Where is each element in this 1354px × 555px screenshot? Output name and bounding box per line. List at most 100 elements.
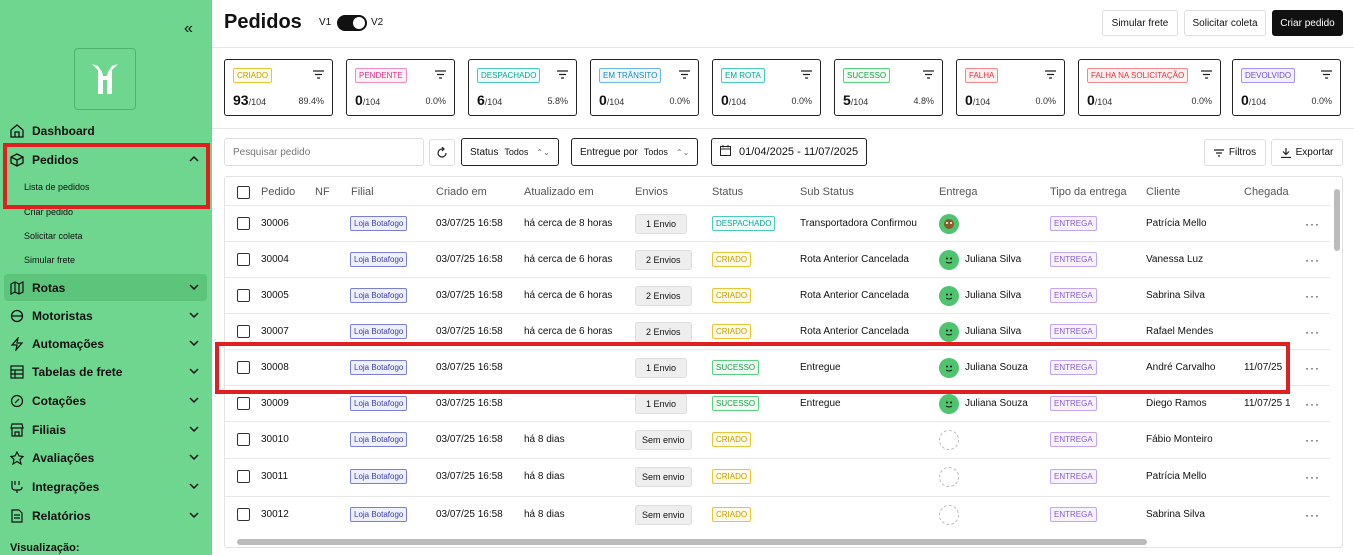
- criar-pedido-button[interactable]: Criar pedido: [1272, 10, 1343, 36]
- refresh-button[interactable]: [429, 139, 455, 166]
- more-actions-icon[interactable]: ···: [1305, 253, 1320, 267]
- col-header[interactable]: Sub Status: [800, 186, 854, 198]
- filter-icon[interactable]: [1045, 70, 1056, 82]
- filter-icon[interactable]: [1201, 70, 1212, 82]
- sidebar-item-avaliacoes[interactable]: Avaliações: [4, 444, 207, 471]
- status-card-falha[interactable]: FALHA 0/104 0.0%: [956, 59, 1065, 116]
- envios-button[interactable]: 2 Envios: [635, 285, 692, 306]
- table-row[interactable]: 30011 Loja Botafogo 03/07/25 16:58 há 8 …: [225, 458, 1330, 494]
- exportar-button[interactable]: Exportar: [1271, 139, 1343, 166]
- subitem-solicitar-coleta[interactable]: Solicitar coleta: [24, 231, 83, 241]
- horizontal-scrollbar[interactable]: [237, 539, 1147, 545]
- status-card-sucesso[interactable]: SUCESSO 5/104 4.8%: [834, 59, 943, 116]
- col-header[interactable]: Chegada: [1244, 186, 1289, 198]
- col-header[interactable]: NF: [315, 186, 330, 198]
- col-header[interactable]: Entrega: [939, 186, 978, 198]
- col-header[interactable]: Atualizado em: [524, 186, 594, 198]
- status-card-pendente[interactable]: PENDENTE 0/104 0.0%: [346, 59, 455, 116]
- envios-button[interactable]: 2 Envios: [635, 249, 692, 270]
- col-header[interactable]: Filial: [351, 186, 374, 198]
- col-header[interactable]: Envios: [635, 186, 668, 198]
- row-checkbox[interactable]: [237, 470, 250, 483]
- row-checkbox[interactable]: [237, 289, 250, 302]
- filter-icon[interactable]: [801, 70, 812, 82]
- sidebar-item-relatorios[interactable]: Relatórios: [4, 502, 207, 529]
- subitem-lista-de-pedidos[interactable]: Lista de pedidos: [24, 182, 90, 192]
- filter-icon[interactable]: [435, 70, 446, 82]
- status-card-em-rota[interactable]: EM ROTA 0/104 0.0%: [712, 59, 821, 116]
- table-row[interactable]: 30010 Loja Botafogo 03/07/25 16:58 há 8 …: [225, 421, 1330, 457]
- filter-icon[interactable]: [1321, 70, 1332, 82]
- sidebar-item-tabelas-de-frete[interactable]: Tabelas de frete: [4, 358, 207, 385]
- filter-icon[interactable]: [313, 70, 324, 82]
- select-all-checkbox[interactable]: [237, 185, 250, 199]
- date-range-picker[interactable]: 01/04/2025 - 11/07/2025: [711, 138, 868, 166]
- subitem-simular-frete[interactable]: Simular frete: [24, 255, 75, 265]
- row-checkbox[interactable]: [237, 397, 250, 410]
- sidebar-item-pedidos[interactable]: Pedidos: [4, 146, 207, 173]
- simular-frete-button[interactable]: Simular frete: [1102, 10, 1178, 36]
- row-checkbox[interactable]: [237, 361, 250, 374]
- more-actions-icon[interactable]: ···: [1305, 289, 1320, 303]
- status-card-criado[interactable]: CRIADO 93/104 89.4%: [224, 59, 333, 116]
- envios-button[interactable]: 1 Envio: [635, 357, 688, 378]
- sidebar-item-integracoes[interactable]: Integrações: [4, 473, 207, 500]
- sidebar-item-cotacoes[interactable]: Cotações: [4, 387, 207, 414]
- status-card-em-transito[interactable]: EM TRÂNSITO 0/104 0.0%: [590, 59, 699, 116]
- col-header[interactable]: Tipo da entrega: [1050, 186, 1127, 198]
- empty-avatar-icon: [939, 504, 959, 525]
- more-actions-icon[interactable]: ···: [1305, 470, 1320, 484]
- row-checkbox[interactable]: [237, 325, 250, 338]
- filtros-button[interactable]: Filtros: [1204, 139, 1266, 166]
- status-count: 0: [1241, 92, 1249, 108]
- col-header[interactable]: Pedido: [261, 186, 295, 198]
- col-header[interactable]: Status: [712, 186, 743, 198]
- table-row[interactable]: 30005 Loja Botafogo 03/07/25 16:58 há ce…: [225, 277, 1330, 313]
- row-checkbox[interactable]: [237, 508, 250, 521]
- sidebar-item-motoristas[interactable]: Motoristas: [4, 302, 207, 329]
- sidebar-item-rotas[interactable]: Rotas: [4, 274, 207, 301]
- collapse-sidebar-icon[interactable]: «: [184, 20, 193, 38]
- more-actions-icon[interactable]: ···: [1305, 217, 1320, 231]
- status-card-falha-na-solicitacao[interactable]: FALHA NA SOLICITAÇÃO 0/104 0.0%: [1078, 59, 1221, 116]
- solicitar-coleta-button[interactable]: Solicitar coleta: [1184, 10, 1266, 36]
- filter-icon[interactable]: [923, 70, 934, 82]
- status-badge: SUCESSO: [712, 360, 760, 375]
- envios-button[interactable]: 2 Envios: [635, 321, 692, 342]
- status-card-devolvido[interactable]: DEVOLVIDO 0/104 0.0%: [1232, 59, 1341, 116]
- status-card-despachado[interactable]: DESPACHADO 6/104 5.8%: [468, 59, 577, 116]
- more-actions-icon[interactable]: ···: [1305, 397, 1320, 411]
- more-actions-icon[interactable]: ···: [1305, 361, 1320, 375]
- version-toggle[interactable]: [337, 15, 367, 31]
- row-checkbox[interactable]: [237, 217, 250, 230]
- more-actions-icon[interactable]: ···: [1305, 325, 1320, 339]
- filial-badge: Loja Botafogo: [350, 396, 408, 411]
- envios-button[interactable]: 1 Envio: [635, 393, 688, 414]
- table-row[interactable]: 30008 Loja Botafogo 03/07/25 16:58 1 Env…: [225, 349, 1330, 385]
- envios-button[interactable]: Sem envio: [635, 504, 692, 525]
- search-input[interactable]: [224, 138, 424, 166]
- sidebar-item-filiais[interactable]: Filiais: [4, 416, 207, 443]
- status-select[interactable]: Status Todos ⌃⌄: [461, 138, 559, 166]
- row-checkbox[interactable]: [237, 253, 250, 266]
- filter-icon[interactable]: [679, 70, 690, 82]
- sidebar-item-dashboard[interactable]: Dashboard: [4, 117, 207, 144]
- table-row[interactable]: 30007 Loja Botafogo 03/07/25 16:58 há ce…: [225, 313, 1330, 349]
- entregue-por-select[interactable]: Entregue por Todos ⌃⌄: [571, 138, 699, 166]
- more-actions-icon[interactable]: ···: [1305, 508, 1320, 522]
- col-header[interactable]: Cliente: [1146, 186, 1180, 198]
- table-row[interactable]: 30006 Loja Botafogo 03/07/25 16:58 há ce…: [225, 205, 1330, 241]
- row-checkbox[interactable]: [237, 433, 250, 446]
- col-header[interactable]: Criado em: [436, 186, 487, 198]
- table-row[interactable]: 30004 Loja Botafogo 03/07/25 16:58 há ce…: [225, 241, 1330, 277]
- table-row[interactable]: 30012 Loja Botafogo 03/07/25 16:58 há 8 …: [225, 496, 1330, 532]
- subitem-criar-pedido[interactable]: Criar pedido: [24, 207, 73, 217]
- vertical-scrollbar[interactable]: [1334, 189, 1340, 251]
- sidebar-item-automacoes[interactable]: Automações: [4, 330, 207, 357]
- envios-button[interactable]: Sem envio: [635, 466, 692, 487]
- table-row[interactable]: 30009 Loja Botafogo 03/07/25 16:58 1 Env…: [225, 385, 1330, 421]
- filter-icon[interactable]: [557, 70, 568, 82]
- more-actions-icon[interactable]: ···: [1305, 433, 1320, 447]
- envios-button[interactable]: 1 Envio: [635, 213, 688, 234]
- envios-button[interactable]: Sem envio: [635, 429, 692, 450]
